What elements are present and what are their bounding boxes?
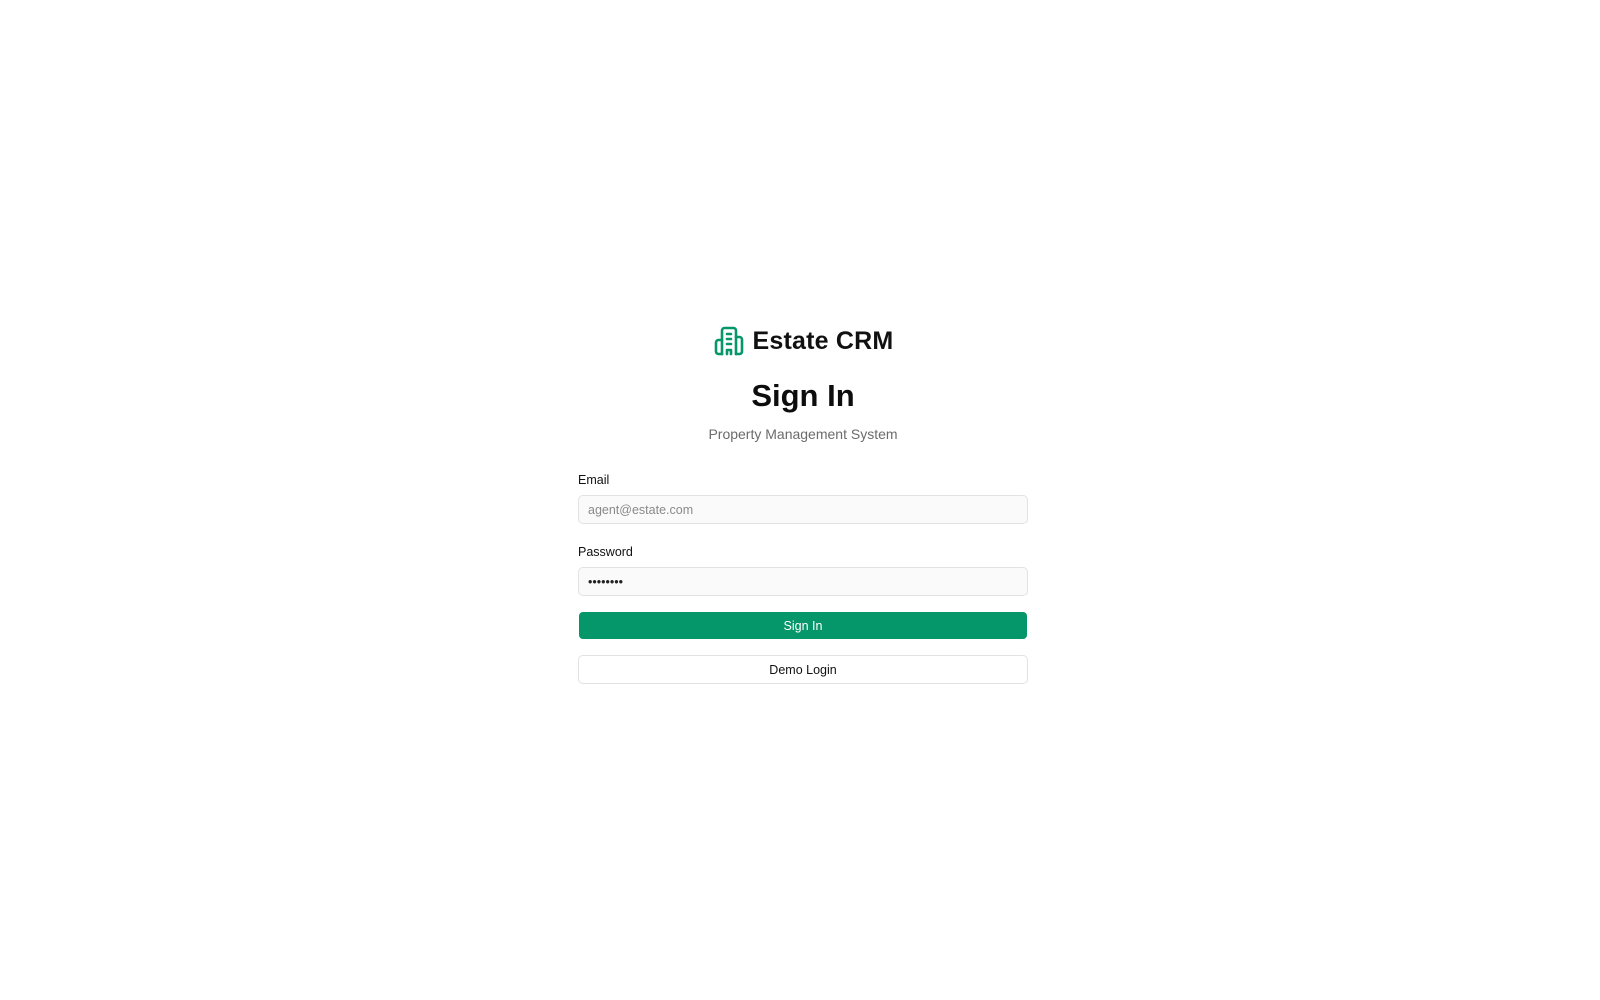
brand-header: Estate CRM [578, 322, 1028, 360]
password-input[interactable] [578, 567, 1028, 596]
login-page: Estate CRM Sign In Property Management S… [0, 0, 1600, 1000]
sign-in-button[interactable]: Sign In [579, 612, 1027, 639]
building-icon [713, 325, 745, 357]
login-form: Email Password Sign In Demo Login [578, 472, 1028, 684]
email-field-group: Email [578, 472, 1028, 524]
email-label: Email [578, 473, 610, 487]
page-title: Sign In [751, 378, 855, 413]
brand-name: Estate CRM [752, 326, 894, 355]
email-input[interactable] [578, 495, 1028, 524]
login-card: Estate CRM Sign In Property Management S… [578, 322, 1028, 684]
password-label: Password [578, 545, 633, 559]
password-field-group: Password [578, 544, 1028, 596]
demo-login-button[interactable]: Demo Login [578, 655, 1028, 684]
page-subtitle: Property Management System [708, 426, 898, 442]
